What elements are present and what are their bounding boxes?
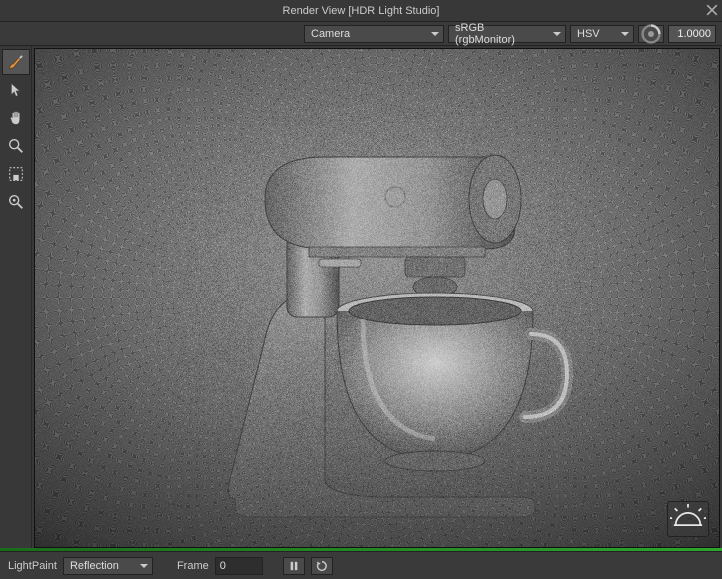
camera-dropdown-label: Camera: [311, 28, 350, 40]
chevron-down-icon: [553, 32, 561, 36]
pick-tool[interactable]: [2, 189, 30, 215]
window-title: Render View [HDR Light Studio]: [283, 5, 440, 17]
pointer-tool[interactable]: [2, 77, 30, 103]
pause-button[interactable]: [283, 557, 305, 575]
colormode-dropdown[interactable]: HSV: [570, 25, 634, 43]
render-noise: [35, 49, 719, 547]
color-picker-button[interactable]: [638, 25, 664, 43]
chevron-down-icon: [140, 564, 148, 568]
colorspace-dropdown-label: sRGB (rgbMonitor): [455, 22, 547, 46]
render-image: [35, 49, 719, 547]
zoom-tool[interactable]: [2, 133, 30, 159]
colormode-dropdown-label: HSV: [577, 28, 600, 40]
left-toolbar: [0, 46, 32, 548]
colorspace-dropdown[interactable]: sRGB (rgbMonitor): [448, 25, 566, 43]
frame-input[interactable]: [215, 557, 263, 575]
chevron-down-icon: [621, 32, 629, 36]
sun-overlay-button[interactable]: [667, 501, 709, 537]
frame-label: Frame: [177, 560, 209, 572]
top-toolbar: Camera sRGB (rgbMonitor) HSV: [0, 22, 722, 46]
lightpaint-mode-value: Reflection: [70, 560, 119, 572]
hand-tool[interactable]: [2, 105, 30, 131]
render-viewport[interactable]: [34, 48, 720, 548]
camera-dropdown[interactable]: Camera: [304, 25, 444, 43]
brush-tool[interactable]: [2, 49, 30, 75]
chevron-down-icon: [431, 32, 439, 36]
bottom-toolbar: LightPaint Reflection Frame: [0, 551, 722, 579]
region-tool[interactable]: [2, 161, 30, 187]
titlebar: Render View [HDR Light Studio]: [0, 0, 722, 22]
close-icon[interactable]: [706, 4, 718, 16]
lightpaint-mode-dropdown[interactable]: Reflection: [63, 557, 153, 575]
mode-label: LightPaint: [8, 560, 57, 572]
refresh-button[interactable]: [311, 557, 333, 575]
exposure-input[interactable]: [668, 25, 716, 43]
